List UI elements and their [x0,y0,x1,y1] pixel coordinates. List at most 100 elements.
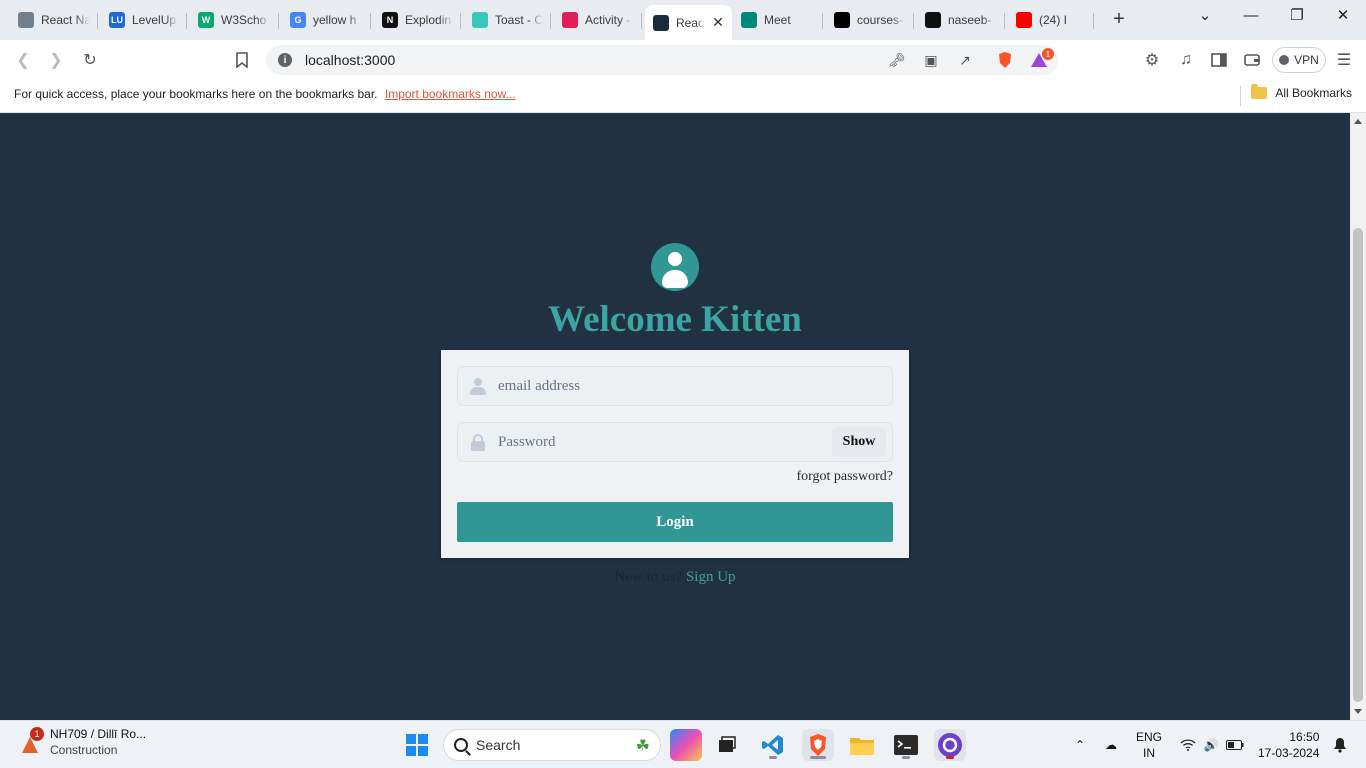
tab-separator [97,13,98,29]
tab[interactable]: LU LevelUp [101,5,187,35]
system-clock[interactable]: 16:50 17-03-2024 [1258,729,1319,761]
tab[interactable]: courses- [826,5,914,35]
extensions-icon[interactable]: ⚙ [1140,48,1164,72]
tab-title: (24) I [1039,13,1068,27]
slack-icon [562,12,578,28]
restore-button[interactable]: ❐ [1274,0,1320,30]
tab-separator [641,13,642,29]
menu-icon[interactable]: ☰ [1332,48,1356,72]
tab-title: Activity - [585,13,631,27]
clover-icon: ☘ [635,738,650,755]
clock-time: 16:50 [1289,730,1320,744]
react-native-icon [18,12,34,28]
show-password-button[interactable]: Show [832,427,886,457]
copilot-icon[interactable] [670,729,702,761]
vpn-button[interactable]: VPN [1272,47,1326,73]
tab[interactable]: W W3Scho [190,5,279,35]
forgot-password-link[interactable]: forgot password? [796,469,893,485]
bookmarks-hint-text: For quick access, place your bookmarks h… [14,87,378,101]
react-icon [653,14,669,31]
scroll-down-arrow-icon[interactable] [1354,709,1362,714]
email-field[interactable]: email address [457,366,893,406]
import-bookmarks-link[interactable]: Import bookmarks now... [385,87,516,101]
vercel-icon [834,12,850,28]
signup-link[interactable]: Sign Up [686,569,736,585]
address-bar[interactable]: i localhost:3000 🗝 ▣ ↗ 1 [266,45,1058,75]
tab-title: Meet [764,13,791,27]
tab-title: Toast - C [495,13,543,27]
tab[interactable]: (24) I [1008,5,1094,35]
language-code: ENG [1136,730,1163,744]
windows-taskbar: 1 NH709 / Dillī Ro... Construction Searc… [0,720,1366,768]
page-scrollbar[interactable] [1350,113,1366,720]
notification-bell-icon[interactable] [1330,721,1350,768]
onedrive-sync-icon[interactable]: ☁ [1100,721,1122,768]
tab[interactable]: Reac ✕ [645,5,732,40]
tab-search-icon[interactable]: ⌄ [1182,0,1228,30]
close-tab-icon[interactable]: ✕ [712,14,724,31]
all-bookmarks-button[interactable]: All Bookmarks [1251,84,1352,100]
forward-icon[interactable]: ❯ [44,48,68,72]
tab-title: W3Scho [221,13,267,27]
lock-icon [470,434,486,452]
widget-title: NH709 / Dillī Ro... [50,727,147,741]
show-hidden-icons-icon[interactable]: ⌃ [1070,721,1090,768]
tab[interactable]: N Explodin [374,5,461,35]
tab[interactable]: React Na [10,5,98,35]
language-indicator[interactable]: ENG IN [1136,729,1162,761]
password-field[interactable]: Password Show [457,422,893,462]
vscode-icon[interactable] [757,729,789,761]
tab[interactable]: naseeb- [917,5,1005,35]
tab[interactable]: Toast - C [464,5,551,35]
vpn-status-icon [1279,55,1290,65]
install-app-icon[interactable]: ▣ [922,51,940,69]
user-avatar-icon [651,243,699,291]
brave-browser-icon[interactable] [802,729,834,761]
wifi-icon[interactable] [1178,721,1198,768]
scroll-thumb[interactable] [1353,228,1363,702]
levelup-icon: LU [109,12,125,28]
tab-title: LevelUp [132,13,177,27]
url-text[interactable]: localhost:3000 [305,52,395,68]
rewards-badge: 1 [1042,48,1054,60]
share-icon[interactable]: ↗ [956,51,974,69]
news-widget[interactable]: 1 NH709 / Dillī Ro... Construction [18,727,146,757]
login-button[interactable]: Login [457,502,893,542]
tab[interactable]: Gyellow h [282,5,371,35]
tab-separator [1004,13,1005,29]
close-window-button[interactable]: ✕ [1320,0,1366,30]
new-tab-button[interactable]: + [1108,8,1130,30]
brave-shields-icon[interactable] [996,51,1014,69]
clock-date: 17-03-2024 [1258,746,1320,760]
user-icon [470,378,486,396]
bookmark-icon[interactable] [230,48,254,72]
terminal-icon[interactable] [890,729,922,761]
taskbar-search[interactable]: Search ☘ [443,729,661,761]
back-icon[interactable]: ❮ [11,48,35,72]
github-icon [925,12,941,28]
file-explorer-icon[interactable] [846,729,878,761]
tab-separator [460,13,461,29]
key-icon[interactable]: 🗝 [888,51,906,69]
scroll-up-arrow-icon[interactable] [1354,119,1362,124]
tab[interactable]: Activity - [554,5,642,35]
minimize-button[interactable]: — [1228,0,1274,30]
tab-separator [370,13,371,29]
sidebar-icon[interactable] [1207,48,1231,72]
tab-separator [1093,13,1094,29]
github-desktop-icon[interactable] [934,729,966,761]
tab-title: naseeb- [948,13,992,27]
task-view-icon[interactable] [711,729,743,761]
reload-icon[interactable]: ↻ [78,48,102,72]
search-placeholder: Search [476,737,521,753]
youtube-icon [1016,12,1032,28]
site-info-icon[interactable]: i [278,53,292,67]
battery-icon[interactable] [1224,721,1246,768]
tab-title: Explodin [405,13,452,27]
wallet-icon[interactable] [1240,48,1264,72]
tab-separator [822,13,823,29]
volume-icon[interactable]: 🔊 [1201,721,1221,768]
media-icon[interactable]: ♫ [1174,48,1198,72]
start-button-icon[interactable] [406,734,428,756]
tab[interactable]: Meet [733,5,823,35]
